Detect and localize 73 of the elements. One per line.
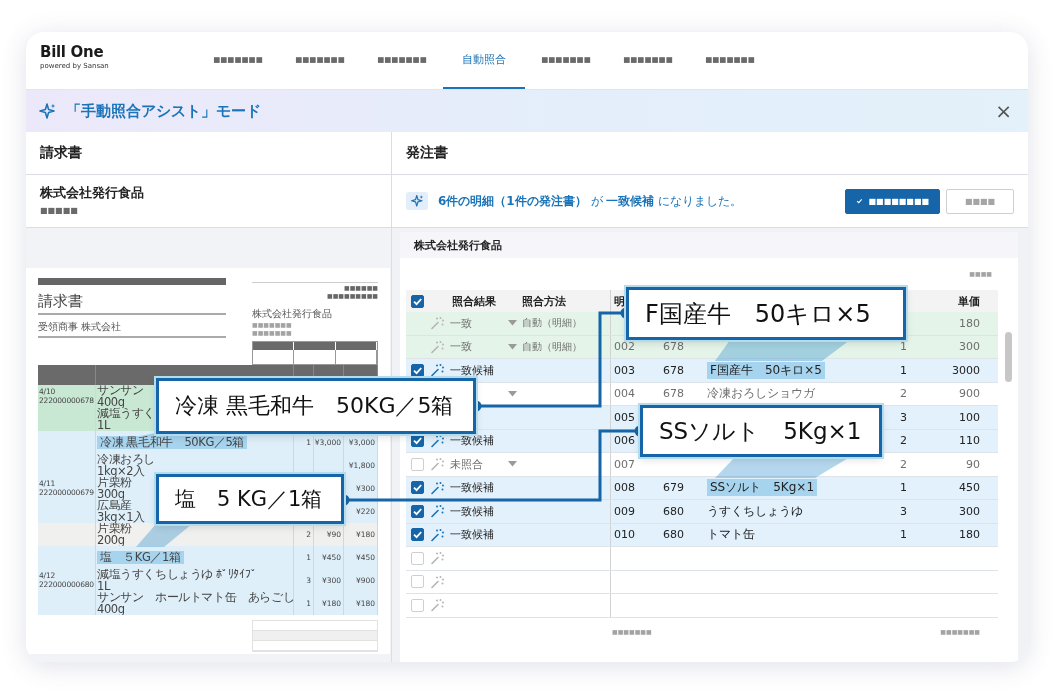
checkbox[interactable]	[410, 363, 424, 377]
table-cell-text: うすくちしょうゆ	[706, 502, 804, 520]
callout-label: 冷凍 黒毛和牛 50KG／5箱	[156, 378, 476, 434]
column-header: 照合方法	[521, 293, 567, 310]
table-cell-text: 一致候補	[449, 503, 495, 520]
table-cell-text: 1	[899, 527, 908, 544]
mode-title: 「手動照合アシスト」モード	[66, 101, 261, 121]
table-cell-text: 自動（明細）	[521, 316, 583, 331]
column-header: 単価	[957, 293, 981, 310]
table-cell-text: 900	[958, 386, 981, 403]
table-cell-text: 一致候補	[449, 433, 495, 450]
table-cell-text: 一致	[449, 339, 473, 356]
table-cell-text: 678	[662, 386, 685, 403]
checkbox[interactable]	[410, 504, 424, 518]
recipient-name: 受領商事 株式会社	[38, 315, 226, 338]
company-name: 株式会社発行食品	[40, 184, 144, 202]
section-heading: 発注書	[406, 144, 448, 162]
table-cell-text: 一致候補	[449, 527, 495, 544]
table-cell-text: 680	[662, 503, 685, 520]
table-cell-text: 2	[899, 386, 908, 403]
table-cell-text: 1	[899, 362, 908, 379]
table-cell-text: 3	[899, 409, 908, 426]
table-cell-text: 一致候補	[449, 480, 495, 497]
confirm-button[interactable]: ■■■■■■■■	[845, 188, 940, 214]
table-cell-text: 一致候補	[449, 362, 495, 379]
match-message: 6件の明細（1件の発注書） が 一致候補 になりました。	[438, 192, 743, 210]
table-cell-text: 3	[899, 503, 908, 520]
issuer-name: 株式会社発行食品	[252, 309, 332, 319]
table-cell: 003	[610, 359, 650, 382]
table-cell-text: 未照合	[449, 456, 484, 473]
table-cell-text: 冷凍おろしショウガ	[706, 385, 816, 403]
sparkle-icon	[406, 192, 428, 210]
table-cell-text: 3000	[951, 362, 981, 379]
table-cell-text: 2	[899, 456, 908, 473]
table-cell-text: 一致	[449, 315, 473, 332]
table-cell-text: 679	[662, 480, 685, 497]
checkbox[interactable]	[410, 294, 424, 308]
table-cell-text: 110	[958, 433, 981, 450]
table-cell-text: 自動（明細）	[521, 339, 583, 354]
table-cell-text: 90	[965, 456, 981, 473]
scrollbar[interactable]	[1004, 332, 1012, 382]
table-cell-text: トマト缶	[706, 526, 756, 544]
table-cell-text: 450	[958, 480, 981, 497]
table-cell-text: 180	[958, 527, 981, 544]
table-cell-text: 300	[958, 503, 981, 520]
table-cell-text: 2	[899, 433, 908, 450]
section-heading: 請求書	[40, 144, 82, 162]
table-cell-text: 180	[958, 315, 981, 332]
sparkle-icon	[38, 102, 56, 120]
pointer-beam	[136, 524, 192, 547]
table-cell-text: 100	[958, 409, 981, 426]
table-cell-text: 678	[662, 362, 685, 379]
document-title: 請求書	[38, 285, 226, 315]
table-cell: サンサン ホールトマト缶 あらごし 400g	[96, 592, 294, 615]
close-button[interactable]: ×	[993, 101, 1014, 121]
masked-text: ■■■■■	[40, 206, 78, 216]
callout-label: 塩 5 KG／1箱	[156, 474, 344, 524]
checkbox[interactable]	[410, 481, 424, 495]
table-cell-text: 1	[899, 480, 908, 497]
table-cell-text: 678	[662, 339, 685, 356]
callout-label: F国産牛 50キロ×5	[626, 287, 906, 340]
callout-label: SSソルト 5Kg×1	[640, 405, 882, 457]
table-cell-text: 680	[662, 527, 685, 544]
table-cell: 008	[610, 476, 650, 499]
table-cell: 010	[610, 523, 650, 546]
table-cell-text: 1	[899, 339, 908, 356]
column-header: 照合結果	[451, 293, 497, 310]
table-cell: 009	[610, 500, 650, 523]
checkbox[interactable]	[410, 528, 424, 542]
logo: Bill One	[40, 45, 104, 60]
table-cell-text: 300	[958, 339, 981, 356]
company-name: 株式会社発行食品	[414, 237, 502, 253]
table-cell: SSソルト 5Kg×1	[705, 476, 880, 499]
